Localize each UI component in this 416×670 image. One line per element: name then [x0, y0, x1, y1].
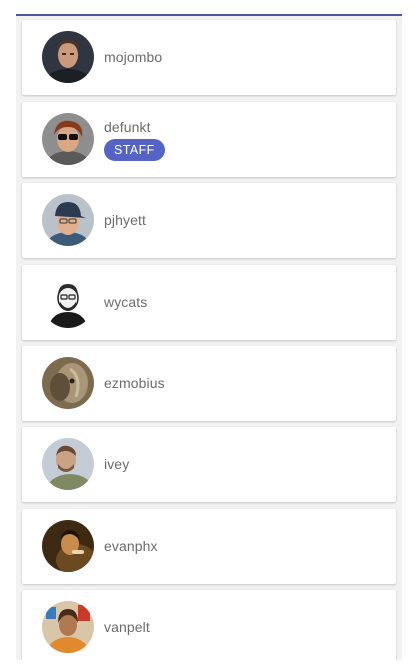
avatar — [42, 31, 94, 83]
username: ezmobius — [104, 375, 165, 391]
avatar — [42, 520, 94, 572]
user-card-ivey[interactable]: ivey — [22, 427, 396, 502]
avatar — [42, 601, 94, 653]
username: mojombo — [104, 49, 163, 65]
avatar — [42, 357, 94, 409]
username: defunkt — [104, 119, 151, 135]
avatar — [42, 113, 94, 165]
user-card-pjhyett[interactable]: pjhyett — [22, 183, 396, 258]
username: ivey — [104, 456, 130, 472]
staff-badge: STAFF — [104, 139, 165, 161]
avatar — [42, 276, 94, 328]
user-card-mojombo[interactable]: mojombo — [22, 20, 396, 95]
user-list-panel: mojombo defunkt STAFF pjhyett wycats ezm… — [16, 14, 402, 660]
username: pjhyett — [104, 212, 146, 228]
avatar — [42, 194, 94, 246]
user-card-wycats[interactable]: wycats — [22, 265, 396, 340]
avatar — [42, 438, 94, 490]
user-card-evanphx[interactable]: evanphx — [22, 509, 396, 584]
user-card-defunkt[interactable]: defunkt STAFF — [22, 102, 396, 177]
username: evanphx — [104, 538, 158, 554]
user-card-vanpelt[interactable]: vanpelt — [22, 590, 396, 660]
username: wycats — [104, 294, 148, 310]
username: vanpelt — [104, 619, 150, 635]
user-card-ezmobius[interactable]: ezmobius — [22, 346, 396, 421]
